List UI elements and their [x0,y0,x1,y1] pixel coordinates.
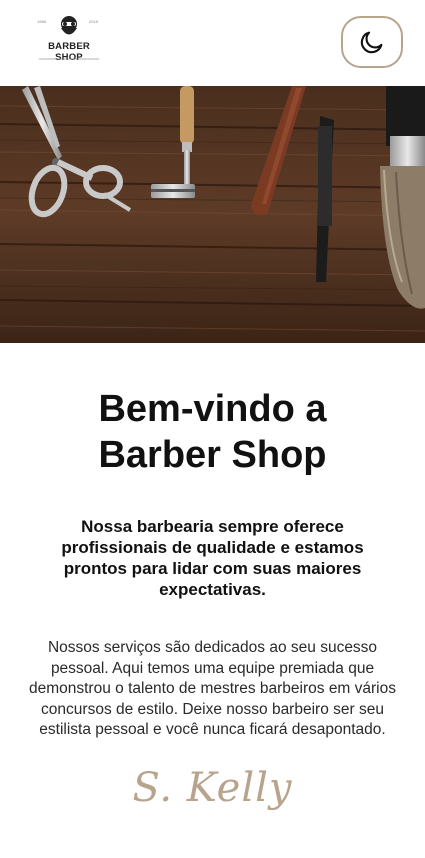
site-header: 1988 2018 BARBER SHOP [0,0,425,86]
barber-tools-image [0,86,425,343]
body-paragraph: Nossos serviços são dedicados ao seu suc… [28,639,396,738]
signature: S. Kelly [132,764,293,811]
hero-image [0,86,425,343]
logo[interactable]: 1988 2018 BARBER SHOP [33,13,105,67]
lead-paragraph: Nossa barbearia sempre oferece profissio… [61,517,364,599]
page-title: Bem-vindo a Barber Shop [98,388,327,476]
barber-face-icon: 1988 2018 [37,16,99,35]
moon-icon [360,31,383,54]
svg-text:1988: 1988 [37,19,47,24]
logo-underline [39,58,99,60]
theme-toggle-button[interactable] [341,16,403,68]
main-content: Bem-vindo a Barber Shop Nossa barbearia … [0,386,425,811]
svg-text:2018: 2018 [89,19,99,24]
